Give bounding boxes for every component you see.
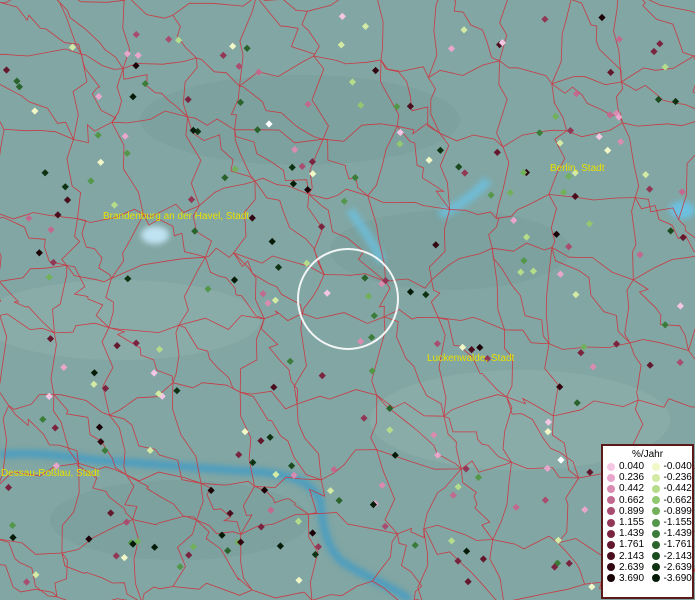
legend-value: -0.899: [663, 505, 692, 517]
legend-swatch: [651, 507, 660, 516]
legend-entry-negative: -0.662: [648, 495, 693, 506]
legend-swatch: [651, 540, 660, 549]
legend-swatch: [651, 552, 660, 561]
city-label-dessau: Dessau-Roßlau, Stadt: [1, 468, 100, 479]
legend-swatch: [607, 484, 615, 493]
legend-value: -0.662: [663, 494, 692, 506]
legend-row: 0.040 -0.040: [603, 461, 692, 472]
legend-row: 1.761 -1.761: [603, 539, 692, 550]
legend-swatch: [651, 484, 660, 493]
legend-entry-positive: 0.040: [603, 461, 648, 472]
legend-value: -2.143: [663, 550, 692, 562]
legend-value: 0.899: [619, 505, 645, 517]
legend-entry-negative: -2.639: [648, 562, 693, 573]
legend-swatch: [607, 518, 615, 527]
legend-value: -2.639: [663, 561, 692, 573]
map-view[interactable]: Berlin, Stadt Brandenburg an der Havel, …: [0, 0, 695, 600]
legend-row: 0.442 -0.442: [603, 483, 692, 494]
map-canvas[interactable]: [0, 0, 695, 600]
legend-value: 3.690: [619, 572, 645, 584]
legend: %/Jahr 0.040 -0.040 0.236 -0.236 0.442 -0.442…: [601, 444, 694, 599]
legend-row: 0.899 -0.899: [603, 506, 692, 517]
legend-rows: 0.040 -0.040 0.236 -0.236 0.442 -0.442 0.662 -0…: [603, 461, 692, 584]
legend-swatch: [651, 473, 660, 482]
legend-swatch: [651, 529, 660, 538]
legend-row: 1.439 -1.439: [603, 528, 692, 539]
legend-swatch: [651, 574, 660, 583]
legend-entry-positive: 1.439: [603, 528, 648, 539]
legend-entry-negative: -0.236: [648, 472, 693, 483]
legend-entry-negative: -3.690: [648, 573, 693, 584]
legend-row: 2.143 -2.143: [603, 551, 692, 562]
legend-entry-positive: 3.690: [603, 573, 648, 584]
legend-entry-positive: 0.662: [603, 495, 648, 506]
legend-title: %/Jahr: [631, 449, 664, 460]
legend-swatch: [607, 473, 615, 482]
legend-value: 2.143: [619, 550, 645, 562]
legend-swatch: [651, 518, 660, 527]
legend-value: 0.236: [619, 472, 645, 484]
legend-entry-negative: -1.761: [648, 539, 693, 550]
legend-entry-positive: 0.442: [603, 483, 648, 494]
legend-value: -0.040: [663, 461, 692, 472]
legend-entry-negative: -1.155: [648, 517, 693, 528]
city-label-brandenburg: Brandenburg an der Havel, Stadt: [103, 211, 250, 222]
legend-swatch: [607, 507, 615, 516]
legend-swatch: [651, 563, 660, 572]
legend-entry-negative: -0.442: [648, 483, 693, 494]
legend-swatch: [607, 529, 615, 538]
legend-value: 0.662: [619, 494, 645, 506]
legend-entry-positive: 0.899: [603, 506, 648, 517]
legend-swatch: [607, 496, 615, 505]
legend-value: 2.639: [619, 561, 645, 573]
legend-row: 0.236 -0.236: [603, 472, 692, 483]
legend-value: 1.439: [619, 528, 645, 540]
legend-value: 0.040: [619, 461, 645, 472]
legend-entry-positive: 1.761: [603, 539, 648, 550]
legend-value: -1.439: [663, 528, 692, 540]
legend-value: -1.761: [663, 539, 692, 551]
legend-value: 1.155: [619, 516, 645, 528]
legend-value: 0.442: [619, 483, 645, 495]
legend-swatch: [607, 540, 615, 549]
legend-value: -0.442: [663, 483, 692, 495]
legend-entry-positive: 1.155: [603, 517, 648, 528]
legend-swatch: [651, 496, 660, 505]
legend-swatch: [651, 462, 660, 471]
legend-swatch: [607, 574, 615, 583]
city-label-berlin: Berlin, Stadt: [550, 163, 605, 174]
legend-row: 1.155 -1.155: [603, 517, 692, 528]
legend-swatch: [607, 552, 615, 561]
legend-entry-positive: 2.639: [603, 562, 648, 573]
legend-value: -1.155: [663, 516, 692, 528]
legend-value: -0.236: [663, 472, 692, 484]
legend-swatch: [607, 462, 615, 471]
legend-entry-negative: -0.899: [648, 506, 693, 517]
legend-row: 2.639 -2.639: [603, 562, 692, 573]
legend-entry-negative: -1.439: [648, 528, 693, 539]
legend-swatch: [607, 563, 615, 572]
legend-entry-negative: -0.040: [648, 461, 693, 472]
city-label-luckenwalde: Luckenwalde, Stadt: [427, 353, 515, 364]
legend-entry-positive: 2.143: [603, 551, 648, 562]
legend-row: 0.662 -0.662: [603, 495, 692, 506]
legend-value: -3.690: [663, 572, 692, 584]
legend-row: 3.690 -3.690: [603, 573, 692, 584]
legend-entry-positive: 0.236: [603, 472, 648, 483]
legend-value: 1.761: [619, 539, 645, 551]
legend-entry-negative: -2.143: [648, 551, 693, 562]
